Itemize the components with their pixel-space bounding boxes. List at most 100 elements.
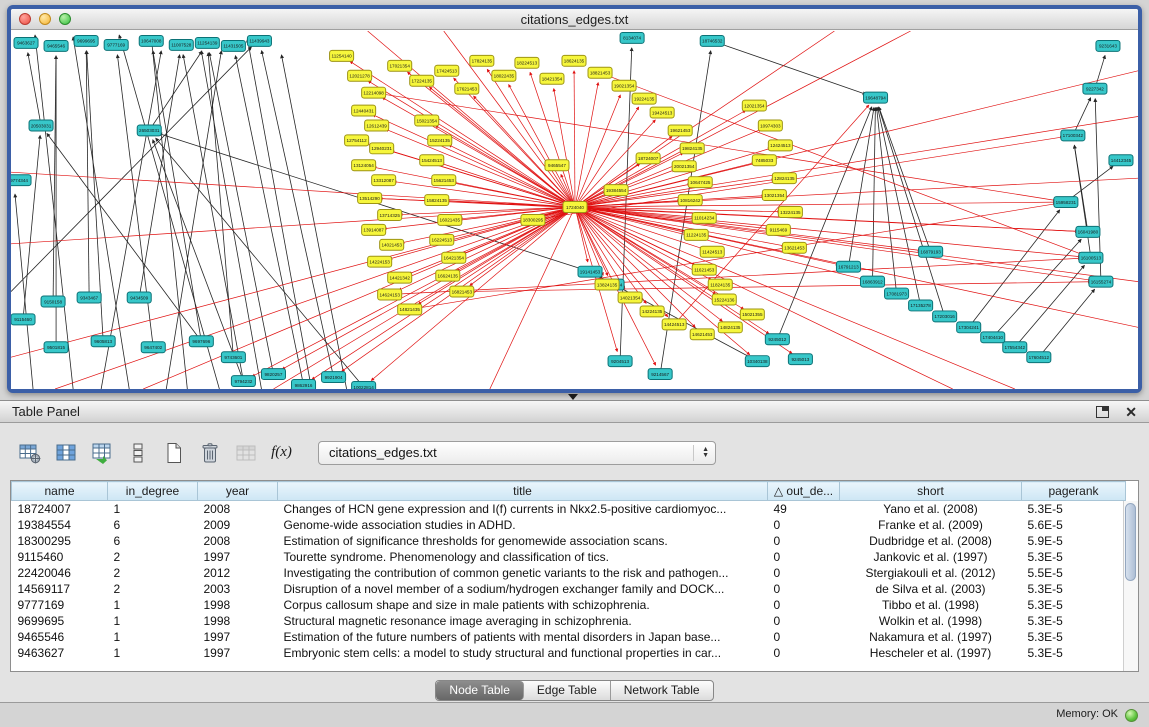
cell-pagerank[interactable]: 5.3E-5 bbox=[1022, 645, 1126, 661]
graph-node[interactable]: 9862916 bbox=[291, 380, 315, 389]
graph-node[interactable]: 9227342 bbox=[1083, 83, 1107, 94]
graph-node[interactable]: 18746532 bbox=[700, 35, 724, 46]
zoom-window-button[interactable] bbox=[59, 13, 71, 25]
graph-node[interactable]: 14621453 bbox=[690, 329, 714, 340]
graph-node[interactable]: 17604512 bbox=[1027, 352, 1051, 363]
graph-node[interactable]: 19424513 bbox=[650, 107, 674, 118]
cell-short[interactable]: Hescheler et al. (1997) bbox=[840, 645, 1022, 661]
graph-node[interactable]: 11439943 bbox=[247, 35, 271, 46]
graph-node[interactable]: 14224135 bbox=[640, 306, 664, 317]
network-canvas[interactable]: 9463627946554696996959777169106470081100… bbox=[11, 31, 1138, 389]
cell-name[interactable]: 9463627 bbox=[12, 645, 108, 661]
graph-node[interactable]: 14424513 bbox=[662, 319, 686, 330]
graph-node[interactable]: 9774344 bbox=[11, 175, 31, 186]
cell-out_degree[interactable]: 0 bbox=[768, 645, 840, 661]
graph-node[interactable]: 9820257 bbox=[261, 369, 285, 380]
graph-node[interactable]: 15958231 bbox=[1054, 197, 1078, 208]
graph-node[interactable]: 9465546 bbox=[44, 40, 68, 51]
table-row[interactable]: 2242004622012Investigating the contribut… bbox=[12, 565, 1126, 581]
tab-network-table[interactable]: Network Table bbox=[611, 681, 713, 700]
cell-in_degree[interactable]: 1 bbox=[108, 613, 198, 629]
graph-node[interactable]: 13714325 bbox=[378, 210, 402, 221]
graph-node[interactable]: 18624135 bbox=[562, 55, 586, 66]
memory-status-led[interactable] bbox=[1125, 709, 1138, 722]
graph-node[interactable]: 18821453 bbox=[588, 67, 612, 78]
cell-pagerank[interactable]: 5.3E-5 bbox=[1022, 629, 1126, 645]
graph-node[interactable]: 11621453 bbox=[692, 264, 716, 275]
graph-node[interactable]: 15021354 bbox=[415, 115, 439, 126]
graph-node[interactable]: 9921904 bbox=[322, 372, 346, 383]
cell-year[interactable]: 2008 bbox=[198, 501, 278, 517]
graph-node[interactable]: 16879193 bbox=[919, 246, 943, 257]
table-settings-icon[interactable] bbox=[16, 439, 43, 466]
graph-node[interactable]: 11224135 bbox=[684, 229, 708, 240]
graph-node[interactable]: 9463627 bbox=[14, 37, 38, 48]
table-row[interactable]: 911546021997Tourette syndrome. Phenomeno… bbox=[12, 549, 1126, 565]
column-header-out_degree[interactable]: △ out_de... bbox=[768, 482, 840, 501]
graph-node[interactable]: 17021354 bbox=[388, 60, 412, 71]
graph-node[interactable]: 9697696 bbox=[189, 336, 213, 347]
cell-name[interactable]: 9699695 bbox=[12, 613, 108, 629]
graph-node[interactable]: 13224135 bbox=[778, 207, 802, 218]
table-row[interactable]: 946554611997Estimation of the future num… bbox=[12, 629, 1126, 645]
close-panel-icon[interactable]: ✕ bbox=[1125, 405, 1137, 419]
graph-node[interactable]: 9204513 bbox=[608, 356, 632, 367]
cell-year[interactable]: 1997 bbox=[198, 645, 278, 661]
graph-node[interactable]: 19648794 bbox=[864, 92, 888, 103]
cell-short[interactable]: Tibbo et al. (1998) bbox=[840, 597, 1022, 613]
import-table-icon[interactable] bbox=[88, 439, 115, 466]
graph-node[interactable]: 9115460 bbox=[11, 314, 35, 325]
cell-in_degree[interactable]: 6 bbox=[108, 517, 198, 533]
graph-node[interactable]: 19384554 bbox=[604, 185, 628, 196]
graph-node[interactable]: 12424513 bbox=[768, 140, 792, 151]
cell-in_degree[interactable]: 1 bbox=[108, 501, 198, 517]
cell-year[interactable]: 1998 bbox=[198, 597, 278, 613]
graph-node[interactable]: 13824135 bbox=[595, 279, 619, 290]
cell-pagerank[interactable]: 5.9E-5 bbox=[1022, 533, 1126, 549]
cell-name[interactable]: 14569117 bbox=[12, 581, 108, 597]
cell-title[interactable]: Structural magnetic resonance image aver… bbox=[278, 613, 768, 629]
graph-node[interactable]: 8134074 bbox=[620, 32, 644, 43]
cell-year[interactable]: 2009 bbox=[198, 517, 278, 533]
graph-node[interactable]: 17135278 bbox=[909, 300, 933, 311]
network-window-titlebar[interactable]: citations_edges.txt bbox=[11, 9, 1138, 30]
graph-node[interactable]: 12824135 bbox=[772, 173, 796, 184]
cell-out_degree[interactable]: 0 bbox=[768, 533, 840, 549]
graph-node[interactable]: 11014234 bbox=[692, 212, 716, 223]
graph-node[interactable]: 12612439 bbox=[365, 120, 389, 131]
cell-in_degree[interactable]: 2 bbox=[108, 581, 198, 597]
cell-pagerank[interactable]: 5.3E-5 bbox=[1022, 613, 1126, 629]
cell-year[interactable]: 1997 bbox=[198, 629, 278, 645]
table-selector-dropdown[interactable]: citations_edges.txt ▲▼ bbox=[318, 441, 716, 465]
graph-node[interactable]: 19021354 bbox=[612, 80, 636, 91]
table-row[interactable]: 946362711997Embryonic stem cells: a mode… bbox=[12, 645, 1126, 661]
graph-node[interactable]: 14624153 bbox=[378, 289, 402, 300]
cell-pagerank[interactable]: 5.3E-5 bbox=[1022, 549, 1126, 565]
graph-node[interactable]: 17554342 bbox=[1003, 342, 1027, 353]
cell-year[interactable]: 2012 bbox=[198, 565, 278, 581]
graph-node[interactable]: 13312087 bbox=[372, 175, 396, 186]
graph-node[interactable]: 12214098 bbox=[362, 87, 386, 98]
cell-title[interactable]: Corpus callosum shape and size in male p… bbox=[278, 597, 768, 613]
graph-node[interactable]: 17824135 bbox=[470, 55, 494, 66]
graph-node[interactable]: 18022435 bbox=[492, 70, 516, 81]
graph-node[interactable]: 19824135 bbox=[680, 143, 704, 154]
cell-pagerank[interactable]: 5.3E-5 bbox=[1022, 597, 1126, 613]
cell-title[interactable]: Tourette syndrome. Phenomenology and cla… bbox=[278, 549, 768, 565]
row-format-icon[interactable] bbox=[124, 439, 151, 466]
graph-node[interactable]: 14824135 bbox=[718, 322, 742, 333]
graph-node[interactable]: 16100513 bbox=[1079, 252, 1103, 263]
graph-node[interactable]: 9231643 bbox=[1096, 40, 1120, 51]
graph-node[interactable]: 14021354 bbox=[618, 292, 642, 303]
graph-node[interactable]: 20021354 bbox=[672, 161, 696, 172]
graph-node[interactable]: 9647402 bbox=[141, 342, 165, 353]
cell-short[interactable]: de Silva et al. (2003) bbox=[840, 581, 1022, 597]
memory-status-label[interactable]: Memory: OK bbox=[1056, 708, 1118, 720]
cell-out_degree[interactable]: 0 bbox=[768, 613, 840, 629]
graph-node[interactable]: 12940231 bbox=[370, 143, 394, 154]
graph-node[interactable]: 11254139 bbox=[195, 37, 219, 48]
graph-node[interactable]: 7485033 bbox=[752, 155, 776, 166]
cell-out_degree[interactable]: 0 bbox=[768, 581, 840, 597]
graph-node[interactable]: 15021355 bbox=[740, 309, 764, 320]
graph-node[interactable]: 16624135 bbox=[436, 270, 460, 281]
